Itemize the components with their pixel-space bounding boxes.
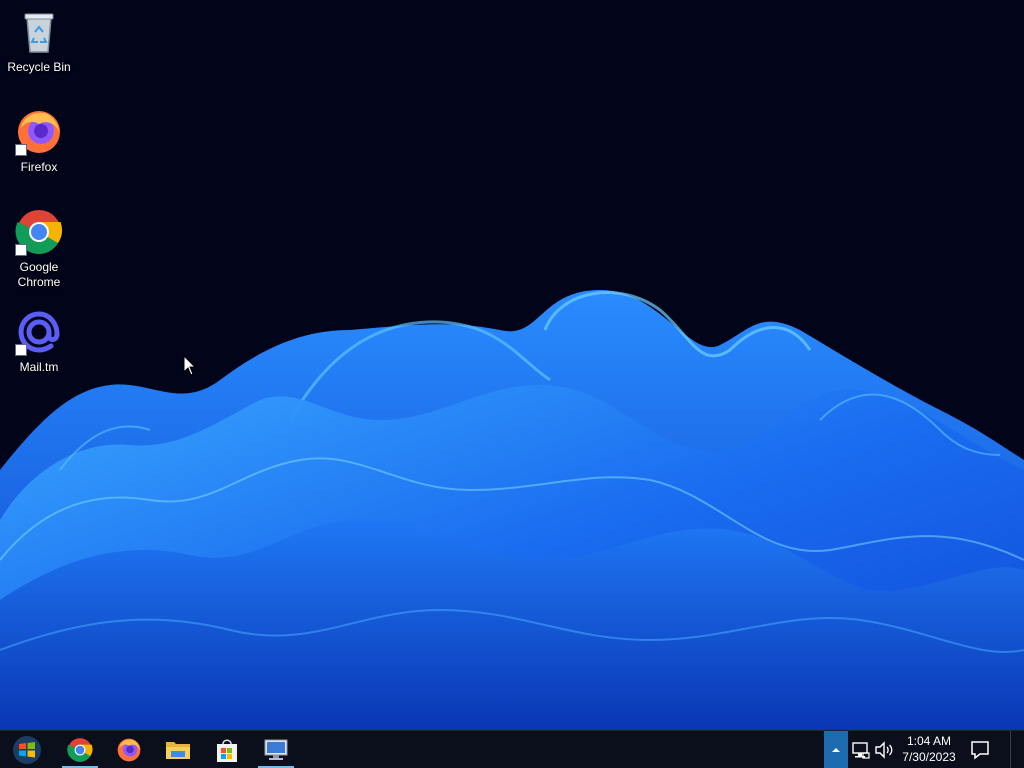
taskbar-clock[interactable]: 1:04 AM 7/30/2023	[893, 733, 965, 765]
taskbar-file-explorer-button[interactable]	[156, 731, 200, 768]
desktop-icon-label: Firefox	[20, 160, 58, 174]
recycle-bin-icon	[15, 8, 63, 56]
taskbar-remote-desktop-button[interactable]	[254, 731, 298, 768]
taskbar-store-button[interactable]	[205, 731, 249, 768]
notification-icon[interactable]	[969, 739, 991, 761]
desktop-icon-recycle-bin[interactable]: Recycle Bin	[2, 8, 76, 75]
remote-desktop-icon	[264, 739, 288, 760]
network-icon[interactable]	[851, 740, 871, 760]
shortcut-arrow-icon	[15, 344, 27, 356]
shortcut-arrow-icon	[15, 144, 27, 156]
desktop-icon-label: Google Chrome	[17, 260, 61, 289]
desktop-icon-google-chrome[interactable]: Google Chrome	[2, 208, 76, 290]
taskbar: 1:04 AM 7/30/2023	[0, 730, 1024, 768]
desktop-icon-label: Mail.tm	[19, 360, 59, 374]
firefox-icon	[117, 738, 141, 761]
mouse-cursor-icon	[183, 355, 197, 376]
tray-expand-button[interactable]	[824, 731, 848, 768]
chevron-up-icon	[832, 747, 840, 752]
mail-at-icon	[15, 308, 63, 356]
windows-logo-icon	[13, 735, 41, 764]
firefox-icon	[15, 108, 63, 156]
shortcut-arrow-icon	[15, 244, 27, 256]
clock-time: 1:04 AM	[906, 734, 952, 748]
desktop-icon-firefox[interactable]: Firefox	[2, 108, 76, 175]
desktop-wallpaper	[0, 0, 1024, 730]
volume-icon[interactable]	[874, 740, 894, 760]
show-desktop-button[interactable]	[1010, 731, 1024, 768]
clock-date: 7/30/2023	[902, 750, 956, 764]
start-button[interactable]	[4, 731, 50, 768]
chrome-icon	[67, 737, 93, 762]
taskbar-firefox-button[interactable]	[107, 731, 151, 768]
desktop-icon-label: Recycle Bin	[7, 60, 71, 74]
taskbar-chrome-button[interactable]	[58, 731, 102, 768]
chrome-icon	[15, 208, 63, 256]
desktop-icon-mail-tm[interactable]: Mail.tm	[2, 308, 76, 375]
store-bag-icon	[217, 739, 237, 762]
folder-icon	[166, 741, 190, 759]
